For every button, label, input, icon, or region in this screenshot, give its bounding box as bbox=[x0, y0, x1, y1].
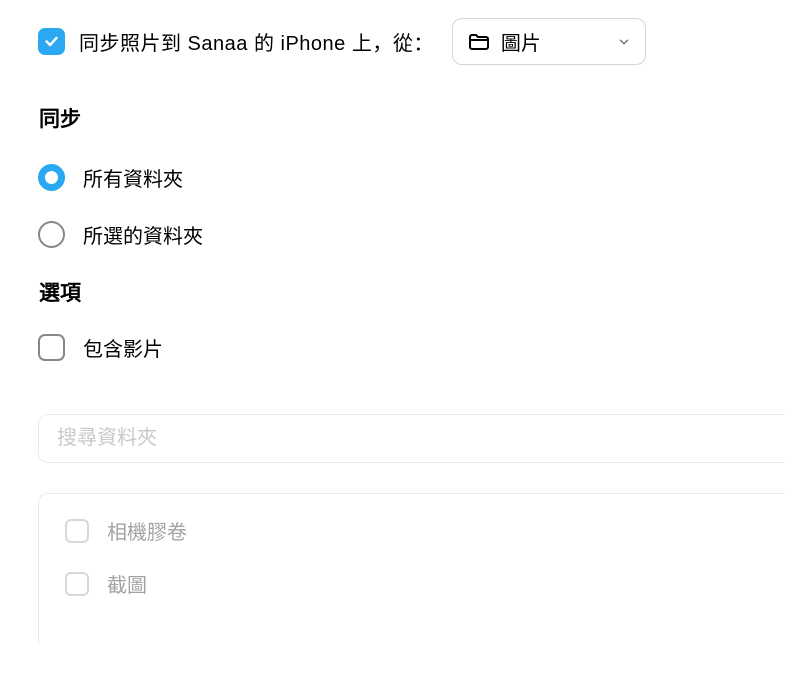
options-section-heading: 選項 bbox=[39, 277, 785, 307]
folder-camera-roll-label: 相機膠卷 bbox=[107, 516, 187, 545]
sync-photos-checkbox[interactable] bbox=[38, 28, 65, 55]
all-folders-label: 所有資料夾 bbox=[83, 163, 183, 192]
search-folders-field bbox=[38, 414, 785, 463]
all-folders-radio[interactable] bbox=[38, 164, 65, 191]
search-input[interactable] bbox=[57, 427, 767, 450]
folder-camera-roll-checkbox[interactable] bbox=[65, 519, 89, 543]
selected-folders-radio[interactable] bbox=[38, 221, 65, 248]
list-item: 截圖 bbox=[65, 569, 759, 598]
dropdown-value: 圖片 bbox=[501, 27, 607, 56]
folder-screenshots-checkbox[interactable] bbox=[65, 572, 89, 596]
sync-photos-label: 同步照片到 Sanaa 的 iPhone 上，從： bbox=[79, 27, 434, 56]
chevron-down-icon bbox=[617, 35, 631, 49]
list-item: 相機膠卷 bbox=[65, 516, 759, 545]
source-dropdown[interactable]: 圖片 bbox=[452, 18, 646, 65]
selected-folders-label: 所選的資料夾 bbox=[83, 220, 203, 249]
check-icon bbox=[43, 33, 60, 50]
sync-section-heading: 同步 bbox=[39, 103, 785, 133]
folder-screenshots-label: 截圖 bbox=[107, 569, 147, 598]
folder-list: 相機膠卷 截圖 bbox=[38, 493, 785, 644]
include-videos-label: 包含影片 bbox=[83, 333, 163, 362]
include-videos-checkbox[interactable] bbox=[38, 334, 65, 361]
folder-icon bbox=[467, 30, 491, 54]
